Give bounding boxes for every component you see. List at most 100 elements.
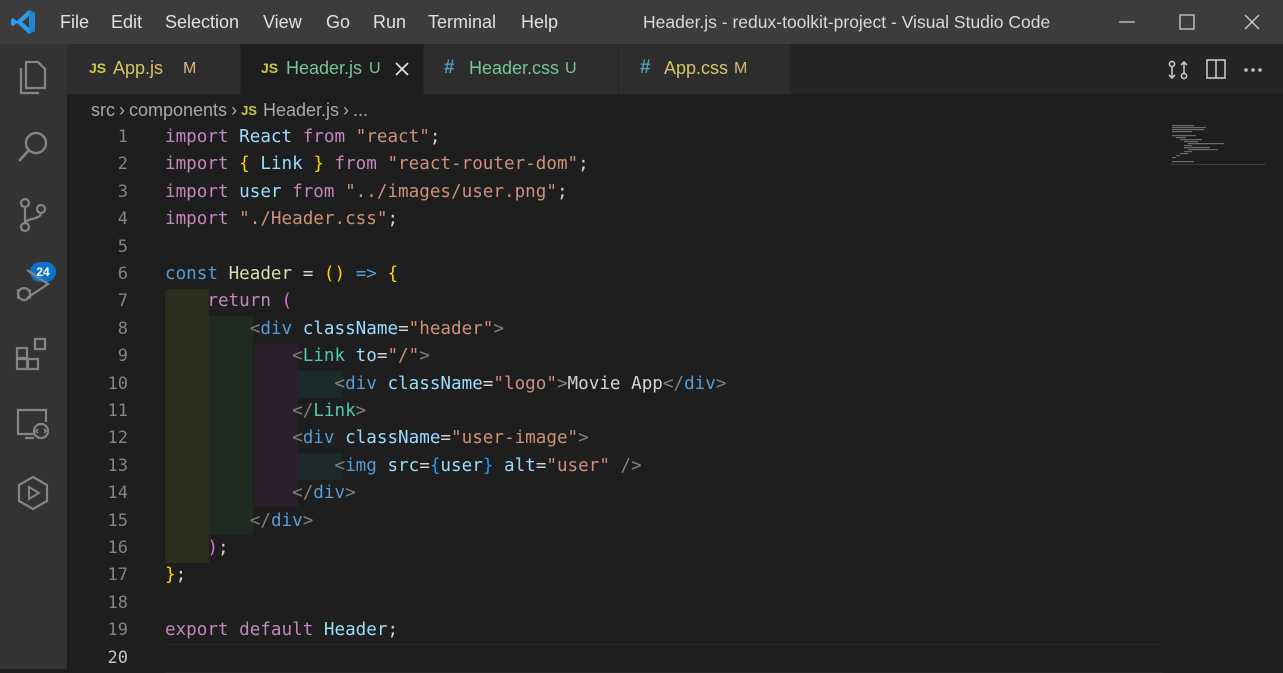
line-number: 3: [117, 181, 128, 202]
tab-status: M: [183, 60, 197, 77]
line-number: 2: [117, 154, 128, 175]
code-line: 19 export default Header;: [67, 617, 1167, 644]
code-line: 13 <img src={user} alt="user" />: [67, 453, 1167, 480]
line-number: 5: [117, 236, 128, 257]
chevron-right-icon: ›: [343, 99, 350, 120]
menu-file[interactable]: File: [60, 12, 89, 33]
code-text: import { Link } from "react-router-dom";: [165, 154, 589, 175]
minimize-icon: [1119, 21, 1135, 23]
js-file-icon: JS: [241, 102, 257, 118]
menu-go[interactable]: Go: [326, 12, 350, 33]
close-tab-icon[interactable]: [395, 62, 409, 76]
code-line: 11 </Link>: [67, 398, 1167, 425]
code-text: const Header = () => {: [165, 264, 399, 284]
tab-bar: JS App.js M JS Header.js U # Header.css …: [67, 44, 1283, 94]
line-number: 10: [107, 373, 128, 394]
breadcrumb-ellipsis[interactable]: ...: [353, 100, 368, 120]
code-line: 5: [67, 234, 1167, 261]
menu-selection[interactable]: Selection: [165, 12, 239, 33]
search-icon[interactable]: [14, 128, 52, 166]
tab-app-css[interactable]: # App.css M: [619, 44, 791, 94]
chevron-right-icon: ›: [231, 99, 238, 120]
open-changes-icon[interactable]: [1167, 59, 1189, 81]
code-text: import "./Header.css";: [165, 209, 399, 230]
css-file-icon: #: [444, 57, 455, 78]
source-control-icon[interactable]: [14, 196, 52, 234]
line-number: 20: [107, 647, 128, 668]
menu-view[interactable]: View: [263, 12, 302, 33]
code-line: 7 return (: [67, 288, 1167, 315]
breadcrumb-item-file[interactable]: Header.js: [263, 100, 339, 120]
line-number: 12: [107, 428, 128, 449]
run-debug-icon[interactable]: [14, 266, 52, 304]
code-line: 14 </div>: [67, 480, 1167, 507]
code-text: };: [165, 565, 187, 586]
tab-status: U: [369, 60, 381, 77]
code-text: export default Header;: [165, 620, 399, 641]
code-line: 18: [67, 590, 1167, 617]
css-file-icon: #: [640, 57, 651, 78]
tab-app-js[interactable]: JS App.js M: [67, 44, 241, 94]
maximize-button[interactable]: [1157, 0, 1217, 44]
code-line: 16 );: [67, 535, 1167, 562]
code-line: 4 import "./Header.css";: [67, 206, 1167, 233]
breadcrumb: src › components › JS Header.js ›...: [91, 99, 368, 121]
activity-bar: 24: [0, 44, 67, 669]
split-editor-icon[interactable]: [1206, 59, 1226, 79]
code-editor[interactable]: 1 import React from "react"; 2 import { Li…: [67, 124, 1283, 673]
tab-label: Header.css: [469, 58, 560, 78]
line-number: 4: [117, 209, 128, 230]
line-number: 15: [107, 510, 128, 531]
line-number: 1: [117, 127, 128, 147]
line-number: 11: [107, 401, 128, 421]
code-text: </div>: [249, 510, 314, 531]
breadcrumb-item-components[interactable]: components: [129, 100, 227, 120]
code-line: 17};: [67, 562, 1167, 589]
line-number: 16: [107, 538, 128, 558]
more-actions-icon[interactable]: [1243, 67, 1263, 73]
code-text: <Link to="/">: [292, 346, 430, 367]
code-line: 12 <div className="user-image">: [67, 425, 1167, 452]
code-text: </div>: [292, 483, 356, 504]
code-line: 2 import { Link } from "react-router-dom"…: [67, 151, 1167, 178]
window-title: Header.js - redux-toolkit-project - Visu…: [643, 12, 1051, 32]
chevron-right-icon: ›: [119, 99, 125, 120]
tab-header-css[interactable]: # Header.css U: [424, 44, 619, 94]
code-text: <div className="header">: [249, 318, 504, 339]
line-number: 17: [107, 565, 128, 586]
breadcrumb-item-src[interactable]: src: [91, 100, 115, 120]
menu-edit[interactable]: Edit: [111, 12, 142, 33]
title-bar: File Edit Selection View Go Run Terminal…: [0, 0, 1283, 44]
explorer-icon[interactable]: [14, 58, 52, 96]
tab-label: Header.js: [286, 58, 363, 78]
vertical-scrollbar[interactable]: [1266, 124, 1283, 669]
extensions-icon[interactable]: [14, 335, 52, 373]
js-file-icon: JS: [261, 60, 279, 76]
code-line: 8 <div className="header">: [67, 316, 1167, 343]
extension-panel-icon[interactable]: [14, 474, 52, 512]
menu-terminal[interactable]: Terminal: [428, 12, 496, 33]
minimap[interactable]: [1170, 124, 1266, 166]
tab-status: U: [565, 60, 577, 77]
code-text: <div className="user-image">: [292, 428, 589, 449]
remote-explorer-icon[interactable]: [14, 404, 52, 442]
maximize-icon: [1179, 14, 1195, 30]
code-text: import user from "../images/user.png";: [165, 181, 568, 202]
code-line: 9 <Link to="/">: [67, 343, 1167, 370]
line-number: 9: [117, 346, 128, 367]
menu-run[interactable]: Run: [373, 12, 406, 33]
line-number: 7: [117, 291, 128, 312]
code-line: 6 const Header = () => {: [67, 261, 1167, 288]
tab-label: App.js: [113, 58, 164, 78]
line-number: 13: [107, 455, 128, 476]
close-window-button[interactable]: [1222, 0, 1282, 44]
code-text: <div className="logo">Movie App</div>: [334, 373, 727, 394]
code-text: );: [207, 538, 229, 558]
menu-help[interactable]: Help: [521, 12, 558, 33]
code-line: 20: [67, 645, 1167, 672]
tab-header-js[interactable]: JS Header.js U: [241, 44, 424, 94]
tab-status: M: [734, 60, 748, 77]
minimize-button[interactable]: [1097, 0, 1157, 44]
tab-label: App.css: [664, 58, 729, 78]
code-text: return (: [207, 291, 293, 312]
